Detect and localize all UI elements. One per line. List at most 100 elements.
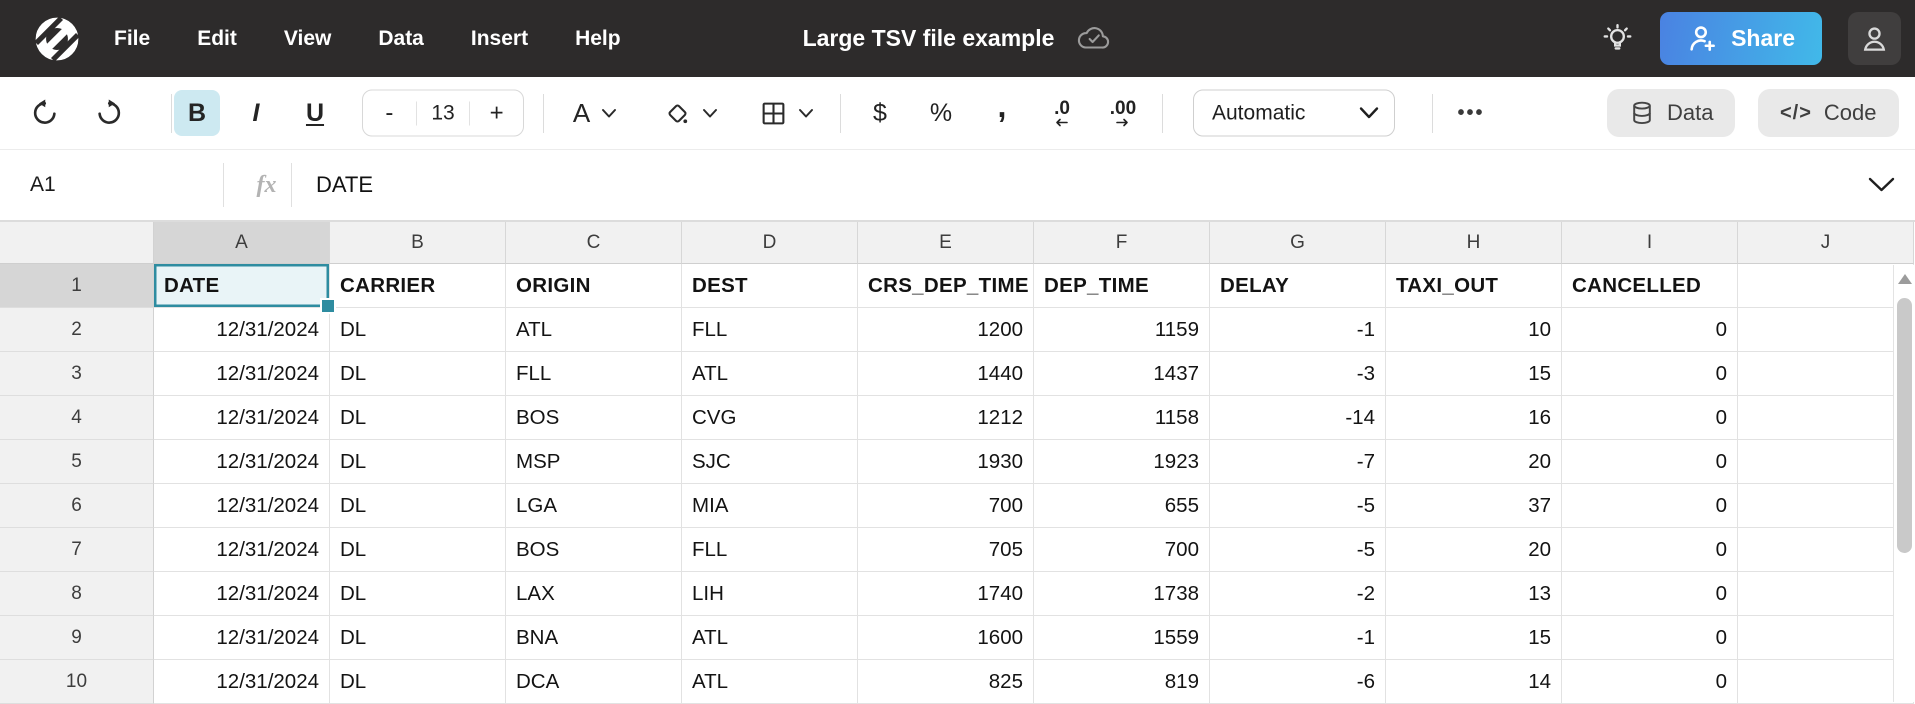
menu-help[interactable]: Help [575, 27, 621, 51]
cell-H1[interactable]: TAXI_OUT [1386, 264, 1562, 308]
cell-H3[interactable]: 15 [1386, 352, 1562, 396]
row-header-6[interactable]: 6 [0, 484, 154, 528]
cell-D6[interactable]: MIA [682, 484, 858, 528]
cell-F5[interactable]: 1923 [1034, 440, 1210, 484]
cell-H2[interactable]: 10 [1386, 308, 1562, 352]
cell-H9[interactable]: 15 [1386, 616, 1562, 660]
cell-F4[interactable]: 1158 [1034, 396, 1210, 440]
cell-I2[interactable]: 0 [1562, 308, 1738, 352]
cell-J3[interactable] [1738, 352, 1914, 396]
cell-D8[interactable]: LIH [682, 572, 858, 616]
cell-A4[interactable]: 12/31/2024 [154, 396, 330, 440]
cell-J7[interactable] [1738, 528, 1914, 572]
column-header-I[interactable]: I [1562, 222, 1738, 264]
undo-button[interactable] [22, 90, 68, 136]
cell-E6[interactable]: 700 [858, 484, 1034, 528]
cell-I8[interactable]: 0 [1562, 572, 1738, 616]
column-header-A[interactable]: A [154, 222, 330, 264]
cell-E10[interactable]: 825 [858, 660, 1034, 704]
cell-I5[interactable]: 0 [1562, 440, 1738, 484]
cell-B2[interactable]: DL [330, 308, 506, 352]
row-header-5[interactable]: 5 [0, 440, 154, 484]
cell-A9[interactable]: 12/31/2024 [154, 616, 330, 660]
cell-D10[interactable]: ATL [682, 660, 858, 704]
cell-A10[interactable]: 12/31/2024 [154, 660, 330, 704]
text-color-button[interactable]: A [552, 90, 638, 136]
row-header-7[interactable]: 7 [0, 528, 154, 572]
cell-B10[interactable]: DL [330, 660, 506, 704]
cell-H5[interactable]: 20 [1386, 440, 1562, 484]
cell-F8[interactable]: 1738 [1034, 572, 1210, 616]
cell-A2[interactable]: 12/31/2024 [154, 308, 330, 352]
column-header-J[interactable]: J [1738, 222, 1914, 264]
cell-I4[interactable]: 0 [1562, 396, 1738, 440]
cell-E1[interactable]: CRS_DEP_TIME [858, 264, 1034, 308]
cell-J9[interactable] [1738, 616, 1914, 660]
cell-C7[interactable]: BOS [506, 528, 682, 572]
cell-E8[interactable]: 1740 [858, 572, 1034, 616]
cell-D7[interactable]: FLL [682, 528, 858, 572]
column-header-H[interactable]: H [1386, 222, 1562, 264]
cell-D1[interactable]: DEST [682, 264, 858, 308]
cell-H6[interactable]: 37 [1386, 484, 1562, 528]
cell-A6[interactable]: 12/31/2024 [154, 484, 330, 528]
cell-G3[interactable]: -3 [1210, 352, 1386, 396]
column-header-C[interactable]: C [506, 222, 682, 264]
comma-format-button[interactable]: , [979, 90, 1025, 136]
cell-A5[interactable]: 12/31/2024 [154, 440, 330, 484]
cell-C1[interactable]: ORIGIN [506, 264, 682, 308]
cell-E2[interactable]: 1200 [858, 308, 1034, 352]
column-header-F[interactable]: F [1034, 222, 1210, 264]
more-options-button[interactable]: ••• [1448, 90, 1494, 136]
row-header-4[interactable]: 4 [0, 396, 154, 440]
cell-B4[interactable]: DL [330, 396, 506, 440]
fill-handle[interactable] [320, 298, 336, 314]
bold-button[interactable]: B [174, 90, 220, 136]
row-header-3[interactable]: 3 [0, 352, 154, 396]
underline-button[interactable]: U [292, 90, 338, 136]
cell-F3[interactable]: 1437 [1034, 352, 1210, 396]
cell-E9[interactable]: 1600 [858, 616, 1034, 660]
cell-G8[interactable]: -2 [1210, 572, 1386, 616]
cell-G5[interactable]: -7 [1210, 440, 1386, 484]
menu-view[interactable]: View [284, 27, 331, 51]
cell-I10[interactable]: 0 [1562, 660, 1738, 704]
currency-format-button[interactable]: $ [857, 90, 903, 136]
cell-G6[interactable]: -5 [1210, 484, 1386, 528]
menu-data[interactable]: Data [378, 27, 424, 51]
cell-I3[interactable]: 0 [1562, 352, 1738, 396]
cell-A1[interactable]: DATE [154, 264, 330, 308]
percent-format-button[interactable]: % [918, 90, 964, 136]
cell-reference-box[interactable]: A1 [30, 150, 56, 220]
font-size-value[interactable]: 13 [416, 101, 471, 125]
cell-D9[interactable]: ATL [682, 616, 858, 660]
cell-C5[interactable]: MSP [506, 440, 682, 484]
fill-color-button[interactable] [648, 90, 734, 136]
tips-button[interactable] [1601, 22, 1634, 55]
cell-B9[interactable]: DL [330, 616, 506, 660]
cell-J5[interactable] [1738, 440, 1914, 484]
cell-C9[interactable]: BNA [506, 616, 682, 660]
cell-B7[interactable]: DL [330, 528, 506, 572]
borders-button[interactable] [744, 90, 830, 136]
cell-F1[interactable]: DEP_TIME [1034, 264, 1210, 308]
menu-edit[interactable]: Edit [197, 27, 237, 51]
code-panel-button[interactable]: </> Code [1758, 89, 1899, 137]
cell-G7[interactable]: -5 [1210, 528, 1386, 572]
cell-I9[interactable]: 0 [1562, 616, 1738, 660]
cell-G10[interactable]: -6 [1210, 660, 1386, 704]
cell-F6[interactable]: 655 [1034, 484, 1210, 528]
cell-D5[interactable]: SJC [682, 440, 858, 484]
cell-B3[interactable]: DL [330, 352, 506, 396]
cell-B5[interactable]: DL [330, 440, 506, 484]
font-size-decrease-button[interactable]: - [363, 99, 416, 127]
cell-C8[interactable]: LAX [506, 572, 682, 616]
vertical-scrollbar[interactable] [1893, 265, 1915, 702]
cell-F9[interactable]: 1559 [1034, 616, 1210, 660]
cell-I1[interactable]: CANCELLED [1562, 264, 1738, 308]
document-title[interactable]: Large TSV file example [803, 25, 1055, 52]
row-header-1[interactable]: 1 [0, 264, 154, 308]
cell-D3[interactable]: ATL [682, 352, 858, 396]
cell-E7[interactable]: 705 [858, 528, 1034, 572]
row-header-8[interactable]: 8 [0, 572, 154, 616]
